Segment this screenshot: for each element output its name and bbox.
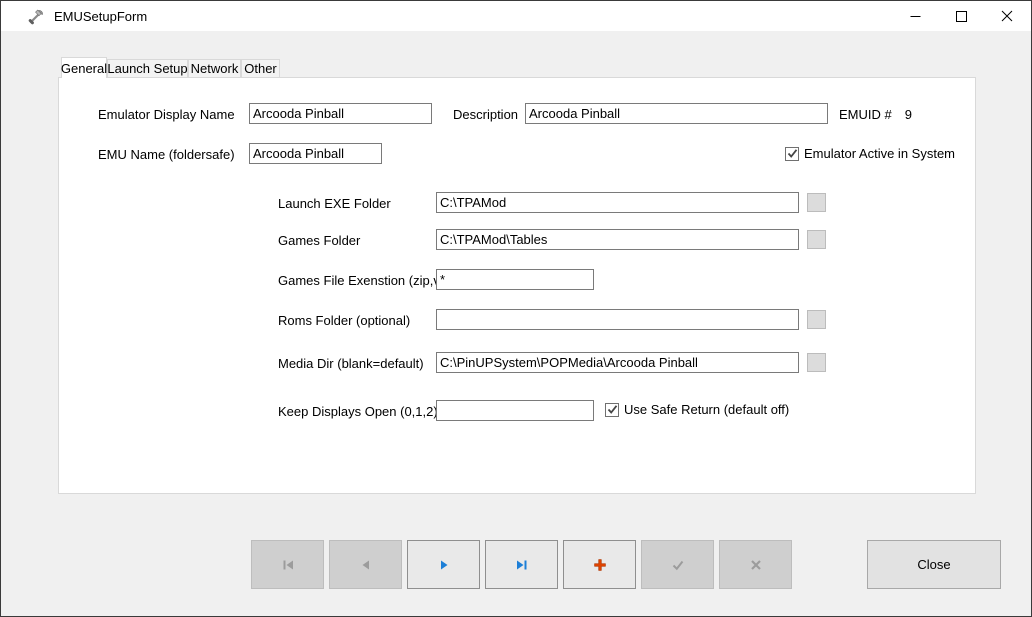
keep-displays-open-label: Keep Displays Open (0,1,2): [278, 404, 438, 419]
emuid-value: 9: [905, 107, 912, 122]
prev-record-icon: [358, 557, 374, 573]
launch-exe-folder-label: Launch EXE Folder: [278, 196, 391, 211]
nav-add-button[interactable]: [563, 540, 636, 589]
browse-media-dir-button[interactable]: [807, 353, 826, 372]
games-folder-input[interactable]: [436, 229, 799, 250]
close-button[interactable]: Close: [867, 540, 1001, 589]
checkbox-box: [605, 403, 619, 417]
emulator-display-name-label: Emulator Display Name: [98, 107, 235, 122]
emulator-active-label: Emulator Active in System: [804, 146, 955, 161]
titlebar: EMUSetupForm: [1, 1, 1031, 31]
emulator-display-name-input[interactable]: [249, 103, 432, 124]
launch-exe-folder-input[interactable]: [436, 192, 799, 213]
emuid-label: EMUID #: [839, 107, 892, 122]
browse-roms-folder-button[interactable]: [807, 310, 826, 329]
emu-name-label: EMU Name (foldersafe): [98, 147, 235, 162]
first-record-icon: [280, 557, 296, 573]
nav-first-button[interactable]: [251, 540, 324, 589]
use-safe-return-checkbox[interactable]: Use Safe Return (default off): [605, 402, 789, 417]
emu-name-input[interactable]: [249, 143, 382, 164]
window-close-button[interactable]: [984, 1, 1030, 31]
window-minimize-button[interactable]: [892, 1, 938, 31]
description-label: Description: [453, 107, 518, 122]
tab-launch-setup[interactable]: Launch Setup: [107, 59, 188, 78]
tab-general[interactable]: General: [61, 57, 107, 78]
window-maximize-button[interactable]: [938, 1, 984, 31]
window-controls: [892, 1, 1030, 31]
roms-folder-input[interactable]: [436, 309, 799, 330]
wrench-icon: [28, 8, 45, 25]
emulator-active-checkbox[interactable]: Emulator Active in System: [785, 146, 955, 161]
window-title: EMUSetupForm: [54, 9, 147, 24]
checkbox-box: [785, 147, 799, 161]
browse-launch-exe-button[interactable]: [807, 193, 826, 212]
keep-displays-open-input[interactable]: [436, 400, 594, 421]
roms-folder-label: Roms Folder (optional): [278, 313, 410, 328]
nav-next-button[interactable]: [407, 540, 480, 589]
emu-setup-form-window: EMUSetupForm General Launch Setup Networ…: [0, 0, 1032, 617]
games-folder-label: Games Folder: [278, 233, 360, 248]
media-dir-input[interactable]: [436, 352, 799, 373]
emuid-field: EMUID # 9: [839, 107, 912, 122]
games-file-extension-label: Games File Exenstion (zip,vpx): [278, 273, 458, 288]
close-button-label: Close: [917, 557, 950, 572]
close-icon: [1001, 10, 1013, 22]
nav-apply-button[interactable]: [641, 540, 714, 589]
check-icon: [670, 557, 686, 573]
maximize-icon: [956, 11, 967, 22]
tab-other[interactable]: Other: [241, 59, 280, 78]
tab-network[interactable]: Network: [188, 59, 241, 78]
check-icon: [787, 148, 798, 159]
description-input[interactable]: [525, 103, 828, 124]
nav-last-button[interactable]: [485, 540, 558, 589]
x-icon: [749, 558, 763, 572]
next-record-icon: [436, 557, 452, 573]
last-record-icon: [514, 557, 530, 573]
check-icon: [607, 404, 618, 415]
browse-games-folder-button[interactable]: [807, 230, 826, 249]
games-file-extension-input[interactable]: [436, 269, 594, 290]
nav-cancel-button[interactable]: [719, 540, 792, 589]
use-safe-return-label: Use Safe Return (default off): [624, 402, 789, 417]
minimize-icon: [910, 11, 921, 22]
media-dir-label: Media Dir (blank=default): [278, 356, 424, 371]
add-record-icon: [592, 557, 608, 573]
nav-prev-button[interactable]: [329, 540, 402, 589]
